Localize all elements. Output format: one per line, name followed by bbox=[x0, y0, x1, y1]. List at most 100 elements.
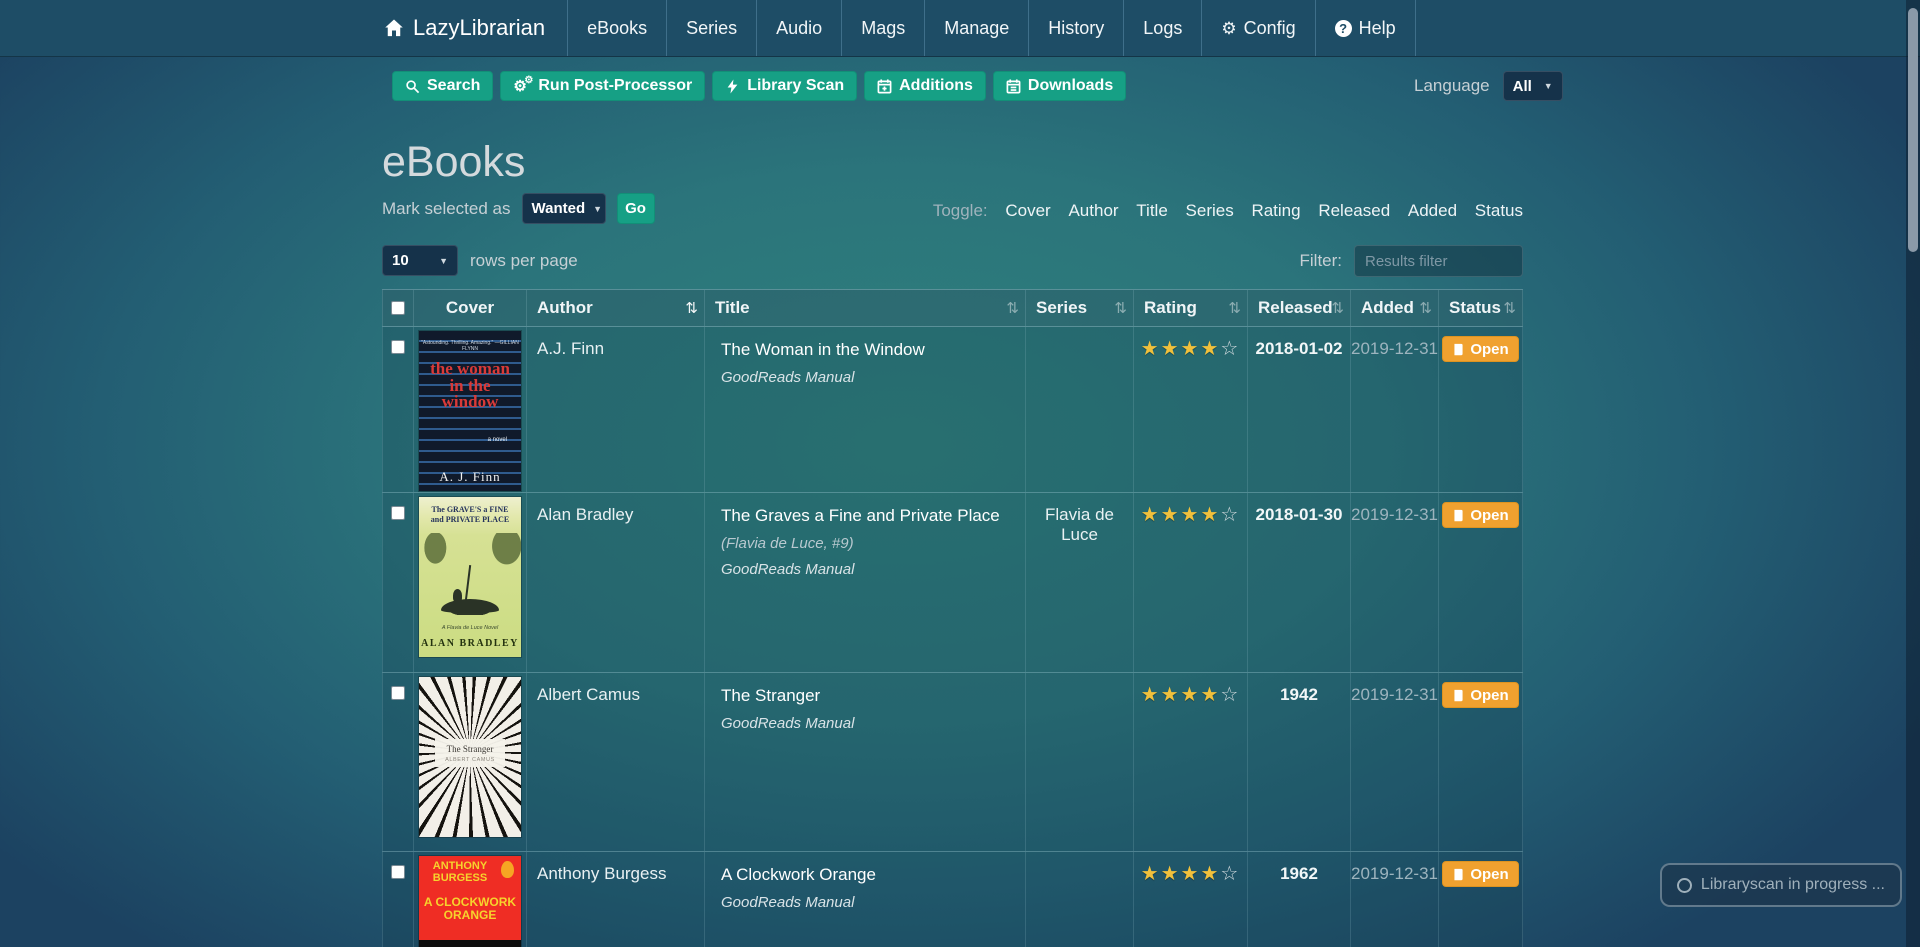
nav-tab-history[interactable]: History bbox=[1028, 0, 1123, 56]
caret-down-icon: ▼ bbox=[439, 255, 448, 266]
column-header-released[interactable]: Released ⇅ bbox=[1248, 290, 1351, 326]
penguin-logo bbox=[501, 861, 514, 878]
nav-tab-mags[interactable]: Mags bbox=[841, 0, 924, 56]
author-cell: Anthony Burgess bbox=[527, 852, 705, 947]
cover-quote: "Astounding. Thrilling. Amazing." —GILLI… bbox=[421, 340, 519, 352]
toggle-cover[interactable]: Cover bbox=[1005, 201, 1050, 220]
toggle-status[interactable]: Status bbox=[1475, 201, 1523, 220]
cover-author: ALAN BRADLEY bbox=[421, 638, 519, 649]
added-cell: 2019-12-31 bbox=[1351, 673, 1439, 851]
toggle-released[interactable]: Released bbox=[1318, 201, 1390, 220]
home-icon bbox=[385, 19, 403, 37]
page-title: eBooks bbox=[382, 138, 526, 186]
author-cell: Alan Bradley bbox=[527, 493, 705, 672]
book-cover[interactable]: "Astounding. Thrilling. Amazing." —GILLI… bbox=[419, 331, 521, 491]
book-title-link[interactable]: The Woman in the Window bbox=[721, 340, 1017, 360]
column-header-cover[interactable]: Cover bbox=[414, 290, 527, 326]
action-toolbar: Search ⚙ ⚙ Run Post-Processor Library Sca… bbox=[392, 71, 1127, 101]
scrollbar-thumb[interactable] bbox=[1908, 8, 1918, 252]
scrollbar-track[interactable] bbox=[1906, 0, 1920, 947]
toggle-added[interactable]: Added bbox=[1408, 201, 1457, 220]
series-cell bbox=[1026, 852, 1134, 947]
book-cover[interactable]: The GRAVE'S a FINE and PRIVATE PLACE A F… bbox=[419, 497, 521, 657]
nav-tab-config[interactable]: ⚙ Config bbox=[1201, 0, 1314, 56]
row-checkbox[interactable] bbox=[391, 865, 405, 879]
search-button[interactable]: Search bbox=[392, 71, 494, 101]
added-cell: 2019-12-31 bbox=[1351, 852, 1439, 947]
toast-message: Libraryscan in progress ... bbox=[1700, 876, 1885, 893]
toggle-title[interactable]: Title bbox=[1136, 201, 1168, 220]
book-title-link[interactable]: A Clockwork Orange bbox=[721, 865, 1017, 885]
filter-label: Filter: bbox=[1299, 251, 1343, 270]
sort-icon: ⇅ bbox=[1228, 300, 1241, 317]
open-book-button[interactable]: Open bbox=[1442, 861, 1519, 887]
bolt-icon bbox=[727, 78, 738, 94]
added-cell: 2019-12-31 bbox=[1351, 493, 1439, 672]
row-checkbox[interactable] bbox=[391, 340, 405, 354]
series-cell bbox=[1026, 327, 1134, 492]
calendar-icon bbox=[1006, 78, 1021, 93]
cover-title: The GRAVE'S a FINE and PRIVATE PLACE bbox=[430, 505, 510, 525]
cover-title: the woman in the window bbox=[430, 359, 510, 412]
sort-icon: ⇅ bbox=[1331, 300, 1344, 317]
run-post-processor-button[interactable]: ⚙ ⚙ Run Post-Processor bbox=[500, 71, 706, 101]
book-icon bbox=[1454, 689, 1463, 701]
column-header-added[interactable]: Added ⇅ bbox=[1351, 290, 1439, 326]
gear-icon: ⚙ bbox=[1221, 18, 1237, 38]
column-header-rating[interactable]: Rating ⇅ bbox=[1134, 290, 1248, 326]
rows-per-page-select[interactable]: 10 ▼ bbox=[382, 245, 458, 276]
row-checkbox[interactable] bbox=[391, 686, 405, 700]
select-all-checkbox[interactable] bbox=[391, 301, 405, 315]
rows-per-page-label: rows per page bbox=[470, 250, 578, 270]
nav-tab-ebooks[interactable]: eBooks bbox=[567, 0, 666, 56]
cover-art bbox=[419, 940, 521, 947]
sort-icon: ⇅ bbox=[1503, 300, 1516, 317]
column-header-status[interactable]: Status ⇅ bbox=[1439, 290, 1523, 326]
series-cell bbox=[1026, 673, 1134, 851]
book-title-link[interactable]: The Stranger bbox=[721, 686, 1017, 706]
row-checkbox[interactable] bbox=[391, 506, 405, 520]
downloads-button[interactable]: Downloads bbox=[992, 71, 1127, 101]
search-icon bbox=[406, 79, 420, 93]
nav-tab-help[interactable]: ? Help bbox=[1314, 0, 1416, 56]
brand-link[interactable]: LazyLibrarian bbox=[384, 0, 567, 56]
sort-icon: ⇅ bbox=[1114, 300, 1127, 317]
library-scan-button[interactable]: Library Scan bbox=[712, 71, 858, 101]
book-icon bbox=[1454, 343, 1463, 355]
open-book-button[interactable]: Open bbox=[1442, 682, 1519, 708]
toggle-series[interactable]: Series bbox=[1186, 201, 1234, 220]
cover-title: The Stranger bbox=[446, 744, 494, 754]
toggle-author[interactable]: Author bbox=[1068, 201, 1118, 220]
book-source: GoodReads Manual bbox=[721, 561, 855, 578]
open-book-button[interactable]: Open bbox=[1442, 336, 1519, 362]
cover-label: The Stranger ALBERT CAMUS bbox=[435, 739, 505, 767]
toggle-rating[interactable]: Rating bbox=[1251, 201, 1300, 220]
series-cell: Flavia de Luce bbox=[1026, 493, 1134, 672]
libraryscan-toast: Libraryscan in progress ... bbox=[1659, 863, 1902, 907]
released-cell: 1962 bbox=[1248, 852, 1351, 947]
released-cell: 1942 bbox=[1248, 673, 1351, 851]
nav-tab-audio[interactable]: Audio bbox=[756, 0, 841, 56]
table-row: The Stranger ALBERT CAMUS Albert Camus T… bbox=[382, 673, 1523, 852]
book-cover[interactable]: The Stranger ALBERT CAMUS bbox=[419, 677, 521, 837]
series-note: (Flavia de Luce, #9) bbox=[721, 535, 854, 552]
column-header-title[interactable]: Title ⇅ bbox=[705, 290, 1026, 326]
results-filter-input[interactable] bbox=[1354, 245, 1523, 277]
author-cell: A.J. Finn bbox=[527, 327, 705, 492]
nav-tab-manage[interactable]: Manage bbox=[924, 0, 1028, 56]
table-row: ANTHONY BURGESS A CLOCKWORK ORANGE Antho… bbox=[382, 852, 1523, 947]
nav-tab-logs[interactable]: Logs bbox=[1123, 0, 1201, 56]
language-select[interactable]: All ▼ bbox=[1502, 71, 1563, 101]
book-source: GoodReads Manual bbox=[721, 894, 855, 911]
column-header-author[interactable]: Author ⇅ bbox=[527, 290, 705, 326]
spinner-icon bbox=[1676, 877, 1692, 893]
open-book-button[interactable]: Open bbox=[1442, 502, 1519, 528]
toggle-label: Toggle: bbox=[932, 201, 988, 220]
top-navbar: LazyLibrarian eBooks Series Audio Mags M… bbox=[0, 0, 1920, 57]
nav-tab-series[interactable]: Series bbox=[666, 0, 756, 56]
book-cover[interactable]: ANTHONY BURGESS A CLOCKWORK ORANGE bbox=[419, 856, 521, 947]
additions-button[interactable]: Additions bbox=[864, 71, 986, 101]
language-label: Language bbox=[1414, 76, 1490, 95]
column-header-series[interactable]: Series ⇅ bbox=[1026, 290, 1134, 326]
book-title-link[interactable]: The Graves a Fine and Private Place bbox=[721, 506, 1017, 526]
